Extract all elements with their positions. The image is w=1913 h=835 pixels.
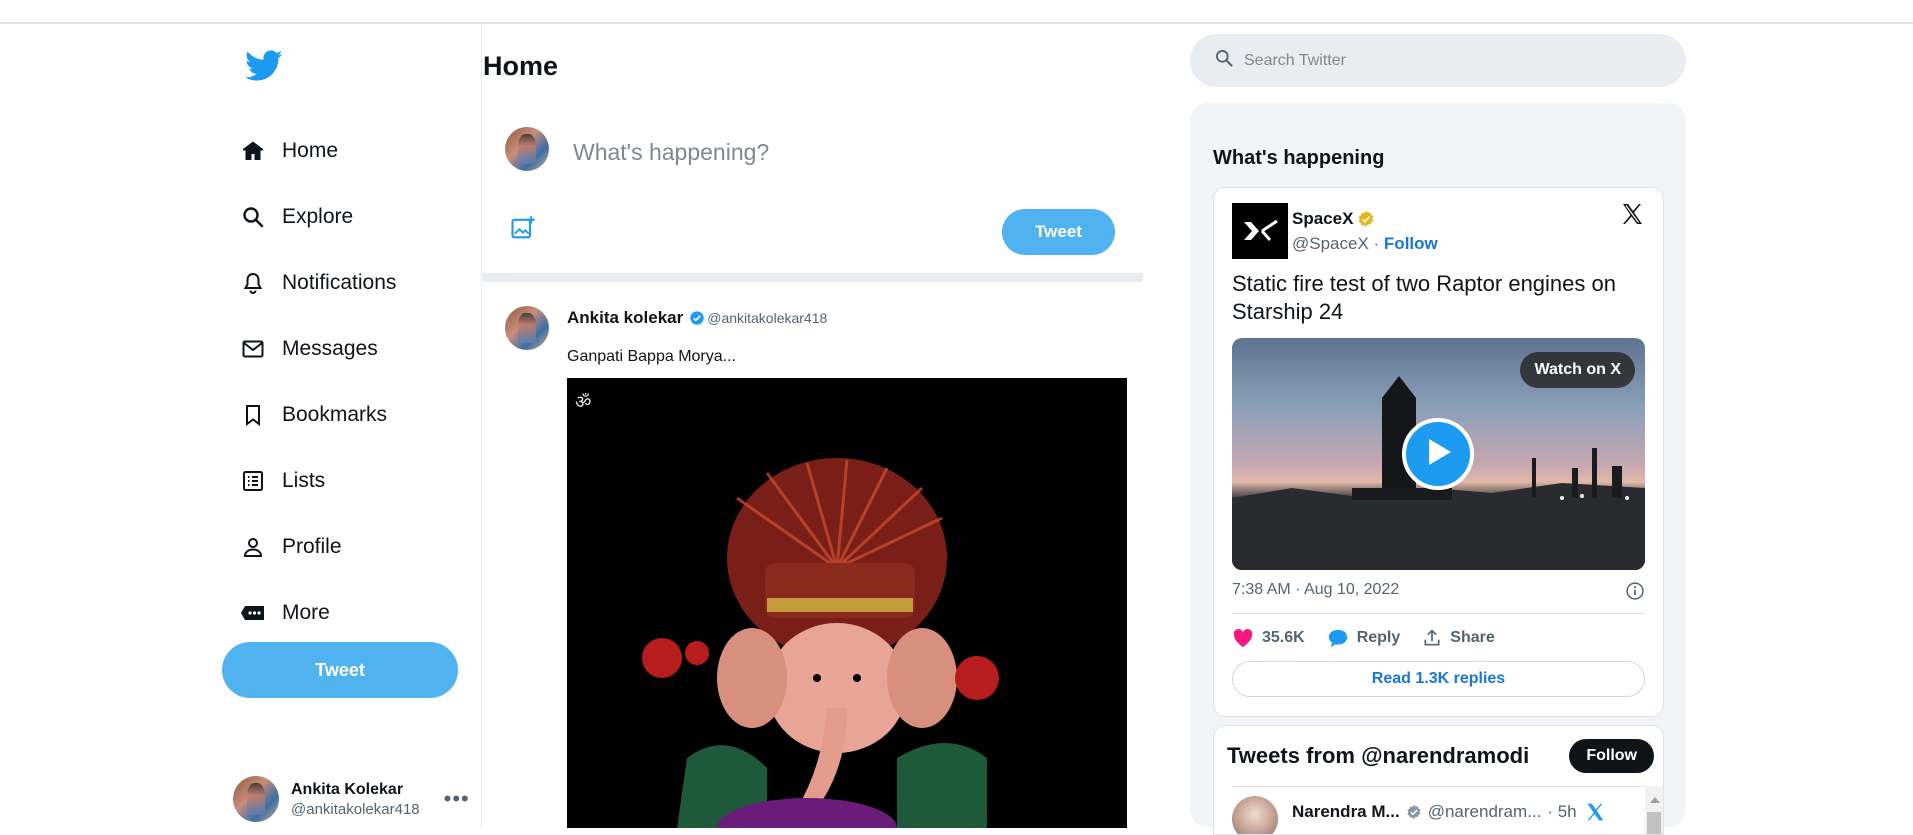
like-count: 35.6K <box>1262 629 1305 646</box>
nav-item-home[interactable]: Home <box>240 118 396 184</box>
search-bar[interactable]: Search Twitter <box>1190 34 1686 87</box>
tweet-author: Ankita kolekar @ankitakolekar418 <box>567 308 827 328</box>
play-button[interactable] <box>1402 418 1474 490</box>
section-divider <box>483 273 1143 282</box>
scrollbar[interactable] <box>1645 786 1663 834</box>
account-handle: @ankitakolekar418 <box>291 800 420 818</box>
account-switcher[interactable]: Ankita Kolekar @ankitakolekar418 ••• <box>233 776 473 822</box>
info-icon[interactable] <box>1625 581 1645 606</box>
embed-timestamp[interactable]: 7:38 AM · Aug 10, 2022 <box>1232 581 1399 599</box>
avatar <box>505 127 549 171</box>
browser-top-bar <box>0 0 1913 24</box>
play-icon <box>1423 436 1453 473</box>
nav-item-notifications[interactable]: Notifications <box>240 250 396 316</box>
share-button[interactable]: Share <box>1422 628 1495 648</box>
verified-badge-icon <box>689 310 705 326</box>
timeline-widget: Tweets from @narendramodi Follow Narendr… <box>1213 725 1664 835</box>
compose-tweet-button[interactable]: Tweet <box>1002 209 1115 255</box>
page-title: Home <box>483 51 559 81</box>
search-icon <box>240 204 266 230</box>
embed-actions: 35.6K Reply Share <box>1232 628 1517 648</box>
nav-item-bookmarks[interactable]: Bookmarks <box>240 382 396 448</box>
author-handle[interactable]: @ankitakolekar418 <box>707 310 827 326</box>
mail-icon <box>240 336 266 362</box>
watch-on-x-button[interactable]: Watch on X <box>1520 352 1635 388</box>
timeline-follow-button[interactable]: Follow <box>1569 739 1654 773</box>
verified-badge-icon <box>1406 804 1422 820</box>
tweet-image[interactable]: ॐ <box>567 378 1127 828</box>
reply-label: Reply <box>1356 629 1401 646</box>
person-icon <box>240 534 266 560</box>
avatar[interactable] <box>1232 796 1278 834</box>
image-upload-icon[interactable] <box>509 214 537 247</box>
panel-title: What's happening <box>1213 147 1385 169</box>
embed-divider <box>1232 613 1645 614</box>
timeline-tweet-row[interactable]: Narendra M... @narendram... · 5h <box>1232 786 1644 834</box>
svg-text:ॐ: ॐ <box>575 392 591 413</box>
twitter-logo-icon[interactable] <box>245 50 285 84</box>
search-input[interactable]: Search Twitter <box>1244 52 1346 70</box>
reply-button[interactable]: Reply <box>1327 628 1401 648</box>
timeline-time: · 5h <box>1547 801 1577 821</box>
video-player[interactable]: Watch on X <box>1232 338 1645 570</box>
timeline-author-handle: @narendram... <box>1427 801 1542 821</box>
nav-item-label: Profile <box>282 535 342 558</box>
more-dots-icon[interactable]: ••• <box>444 786 470 812</box>
embed-author[interactable]: SpaceX <box>1292 209 1375 229</box>
account-names: Ankita Kolekar @ankitakolekar418 <box>291 781 420 818</box>
account-name: Ankita Kolekar <box>291 780 404 798</box>
bell-icon <box>240 270 266 296</box>
nav-item-explore[interactable]: Explore <box>240 184 396 250</box>
verified-gold-icon <box>1357 210 1375 228</box>
search-icon <box>1214 48 1234 73</box>
main-column: Home What's happening? Tweet Ankita kole… <box>483 24 1143 828</box>
tweet-text: Ganpati Bappa Morya... <box>567 348 736 365</box>
share-label: Share <box>1450 629 1495 646</box>
sidebar: Home Explore Notifications Messages Book… <box>220 24 482 827</box>
compose-input[interactable]: What's happening? <box>573 139 769 166</box>
nav-item-label: Home <box>282 139 339 162</box>
avatar <box>233 776 279 822</box>
bookmark-icon <box>240 402 266 428</box>
avatar[interactable] <box>505 306 549 350</box>
embed-follow-link[interactable]: Follow <box>1384 234 1438 253</box>
read-replies-button[interactable]: Read 1.3K replies <box>1232 661 1645 697</box>
nav-item-label: Lists <box>282 469 326 492</box>
embedded-tweet[interactable]: SpaceX @SpaceX · Follow Static fire test… <box>1213 187 1664 717</box>
nav-item-more[interactable]: More <box>240 580 396 646</box>
share-icon <box>1424 629 1440 646</box>
home-icon <box>240 138 266 164</box>
more-icon <box>240 600 266 626</box>
list-icon <box>240 468 266 494</box>
embed-text: Static fire test of two Raptor engines o… <box>1232 271 1616 324</box>
spacex-logo-icon[interactable] <box>1232 203 1288 259</box>
nav-item-label: More <box>282 601 330 624</box>
primary-nav: Home Explore Notifications Messages Book… <box>240 118 396 646</box>
nav-item-label: Notifications <box>282 271 397 294</box>
author-name[interactable]: Ankita kolekar <box>567 308 683 328</box>
nav-item-profile[interactable]: Profile <box>240 514 396 580</box>
x-logo-icon[interactable] <box>1585 802 1605 822</box>
nav-item-label: Bookmarks <box>282 403 388 426</box>
embed-handle[interactable]: @SpaceX <box>1292 234 1369 253</box>
heart-icon <box>1233 628 1253 648</box>
nav-item-lists[interactable]: Lists <box>240 448 396 514</box>
timeline-title[interactable]: Tweets from @narendramodi <box>1227 743 1529 769</box>
embed-author-name: SpaceX <box>1292 209 1354 228</box>
nav-item-label: Explore <box>282 205 354 228</box>
like-button[interactable]: 35.6K <box>1232 628 1305 648</box>
x-logo-icon[interactable] <box>1619 202 1645 231</box>
whats-happening-panel: What's happening SpaceX @SpaceX · Follow… <box>1190 103 1686 835</box>
separator-dot: · <box>1368 234 1384 253</box>
sidebar-tweet-button[interactable]: Tweet <box>222 642 458 698</box>
timeline-author-name: Narendra M... <box>1292 801 1400 821</box>
reply-bubble-icon <box>1328 629 1347 648</box>
embed-author-handle: @SpaceX · Follow <box>1292 234 1438 254</box>
nav-item-label: Messages <box>282 337 378 360</box>
nav-item-messages[interactable]: Messages <box>240 316 396 382</box>
